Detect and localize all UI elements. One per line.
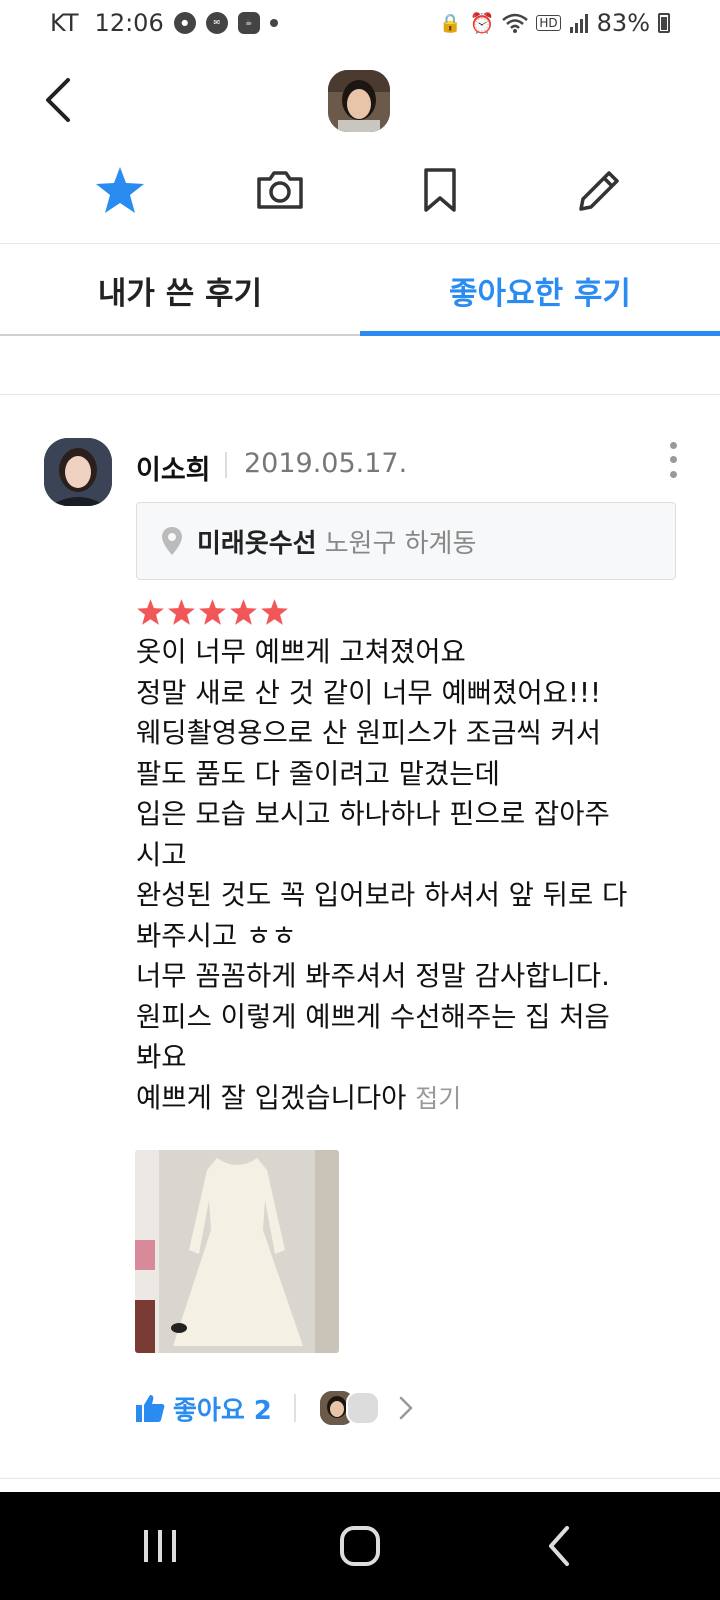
alarm-icon: ⏰ (469, 11, 495, 35)
review-separator (0, 1478, 720, 1479)
fold-button[interactable]: 접기 (415, 1084, 461, 1113)
cafe-notification-icon: ☕ (237, 12, 260, 34)
chevron-right-icon (399, 1396, 413, 1420)
battery-percent: 83% (596, 9, 650, 37)
rate-button[interactable] (90, 160, 150, 220)
reviewer-avatar[interactable] (44, 438, 112, 506)
camera-icon (257, 171, 303, 209)
review-line: 너무 꼼꼼하게 봐주셔서 정말 감사합니다. (136, 960, 610, 992)
rating-star-icon (230, 599, 257, 625)
status-bar: KT 12:06 ● ✉ ☕ 🔒 ⏰ HD 83% (0, 0, 720, 46)
tab-label: 내가 쓴 후기 (97, 275, 263, 312)
dot (669, 456, 677, 464)
recent-apps-icon (144, 1530, 176, 1562)
review-line: 팔도 품도 다 줄이려고 맡겼는데 (136, 757, 500, 790)
like-count: 좋아요 2 (173, 1395, 272, 1426)
place-link[interactable]: 미래옷수선 노원구 하계동 (136, 502, 676, 580)
liker-avatar-default (345, 1391, 380, 1425)
place-area: 노원구 하계동 (324, 528, 477, 559)
review-line: 옷이 너무 예쁘게 고쳐졌어요 (136, 636, 466, 668)
review-photo[interactable] (135, 1150, 339, 1353)
place-name: 미래옷수선 (197, 528, 317, 559)
action-row (0, 155, 720, 225)
pencil-icon (579, 171, 619, 211)
dot (669, 471, 677, 479)
review-line: 봐주시고 ㅎㅎ (136, 919, 297, 952)
more-notifications-icon (269, 19, 278, 27)
header (0, 60, 720, 140)
hd-icon: HD (536, 15, 561, 31)
review-line: 원피스 이렇게 예쁘게 수선해주는 집 처음 (136, 1000, 610, 1033)
bookmark-button[interactable] (410, 160, 470, 220)
rating-star-icon (261, 599, 288, 625)
review-separator (0, 394, 720, 395)
review-text: 옷이 너무 예쁘게 고쳐졌어요 정말 새로 산 것 같이 너무 예뻐졌어요!!!… (136, 632, 696, 1119)
reviewer-photo (44, 438, 112, 506)
dot (669, 441, 677, 449)
review-date: 2019.05.17. (244, 448, 408, 479)
location-pin-icon (162, 527, 182, 555)
talk-notification-icon: ● (173, 12, 196, 34)
carrier-label: KT (50, 9, 79, 37)
review-line: 예쁘게 잘 입겠습니다아 (136, 1081, 407, 1114)
battery-icon (658, 13, 670, 33)
likers-list[interactable] (319, 1391, 414, 1425)
thumbs-up-icon (136, 1395, 165, 1422)
write-review-button[interactable] (570, 160, 630, 220)
review-line: 봐요 (136, 1041, 187, 1073)
profile-photo (328, 70, 390, 132)
mail-notification-icon: ✉ (205, 12, 228, 34)
lock-icon: 🔒 (439, 12, 462, 34)
dress-photo (135, 1150, 339, 1353)
tab-my-reviews[interactable]: 내가 쓴 후기 (0, 244, 360, 336)
chevron-left-icon (46, 78, 70, 122)
tab-liked-reviews[interactable]: 좋아요한 후기 (360, 244, 720, 336)
tab-divider (0, 334, 360, 336)
divider (293, 1394, 296, 1422)
more-options-button[interactable] (660, 438, 686, 482)
back-button[interactable] (36, 70, 80, 130)
system-back-button[interactable] (520, 1516, 600, 1576)
bookmark-icon (424, 168, 456, 212)
review-tabs: 내가 쓴 후기 좋아요한 후기 (0, 244, 720, 336)
system-navigation-bar (0, 1492, 720, 1600)
profile-avatar[interactable] (328, 70, 390, 132)
like-button[interactable]: 좋아요 2 (135, 1390, 272, 1427)
back-icon (549, 1526, 569, 1566)
wifi-icon (502, 13, 529, 33)
home-button[interactable] (320, 1516, 400, 1576)
star-rating (136, 598, 289, 626)
recent-apps-button[interactable] (120, 1516, 200, 1576)
signal-icon (569, 14, 588, 33)
review-line: 웨딩촬영용으로 산 원피스가 조금씩 커서 (136, 717, 602, 749)
rating-star-icon (168, 599, 195, 625)
review-line: 입은 모습 보시고 하나하나 핀으로 잡아주 (136, 798, 610, 830)
tab-label: 좋아요한 후기 (449, 275, 631, 312)
photo-button[interactable] (250, 160, 310, 220)
reviewer-name[interactable]: 이소희 (136, 448, 211, 487)
rating-star-icon (137, 599, 164, 625)
review-line: 정말 새로 산 것 같이 너무 예뻐졌어요!!! (136, 676, 602, 709)
rating-star-icon (199, 599, 226, 625)
star-icon (96, 167, 144, 213)
review-line: 시고 (136, 838, 187, 871)
home-icon (340, 1526, 380, 1566)
clock: 12:06 (94, 9, 164, 37)
divider (225, 452, 227, 478)
like-row: 좋아요 2 (135, 1388, 414, 1428)
review-line: 완성된 것도 꼭 입어보라 하셔서 앞 뒤로 다 (136, 879, 628, 911)
review-last-line: 예쁘게 잘 입겠습니다아 접기 (136, 1078, 696, 1120)
